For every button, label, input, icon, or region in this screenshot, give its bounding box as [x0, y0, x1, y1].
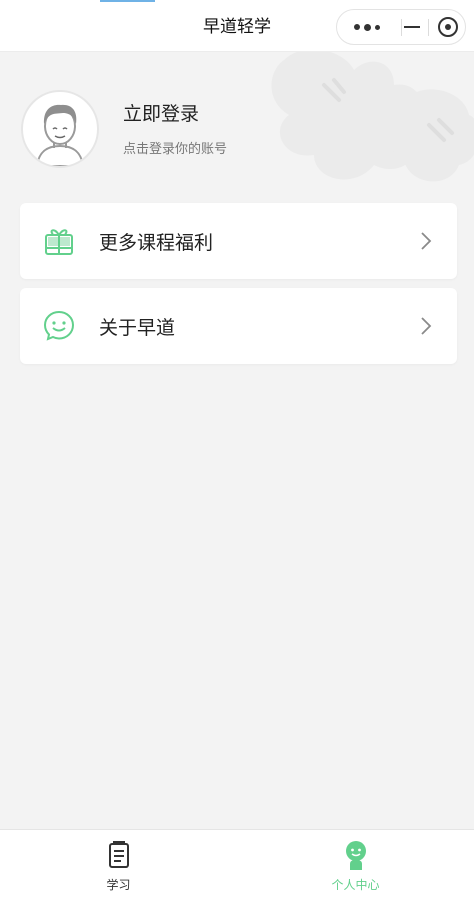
miniprogram-capsule: [336, 9, 466, 45]
tab-profile[interactable]: 个人中心: [237, 830, 474, 898]
menu-item-label: 关于早道: [99, 317, 176, 339]
target-close-icon[interactable]: [431, 10, 465, 44]
login-subtitle: 点击登录你的账号: [123, 142, 228, 157]
menu-item-about[interactable]: 关于早道: [20, 288, 457, 364]
chevron-right-icon: [421, 317, 432, 335]
menu-item-label: 更多课程福利: [99, 232, 214, 254]
gift-icon: [45, 229, 73, 255]
menu-item-course-benefits[interactable]: 更多课程福利: [20, 203, 457, 279]
tab-label: 个人中心: [331, 878, 380, 892]
profile-page: 早道轻学 立即登录 点击登录你的账号 更多课程福利 关于早道 学习 个人中心: [0, 0, 474, 898]
user-avatar-icon[interactable]: [21, 90, 99, 168]
top-navbar: 早道轻学: [0, 0, 474, 52]
login-title[interactable]: 立即登录: [123, 99, 199, 126]
document-icon: [109, 841, 129, 868]
tab-study[interactable]: 学习: [0, 830, 237, 898]
more-dots-icon[interactable]: [351, 10, 387, 44]
smile-chat-icon: [43, 310, 75, 341]
bottom-tab-bar: 学习 个人中心: [0, 829, 474, 898]
minimize-icon[interactable]: [394, 10, 430, 44]
capsule-divider: [428, 19, 429, 36]
tab-label: 学习: [106, 878, 131, 892]
profile-header[interactable]: 立即登录 点击登录你的账号: [0, 52, 474, 192]
chevron-right-icon: [421, 232, 432, 250]
person-icon: [346, 841, 366, 870]
